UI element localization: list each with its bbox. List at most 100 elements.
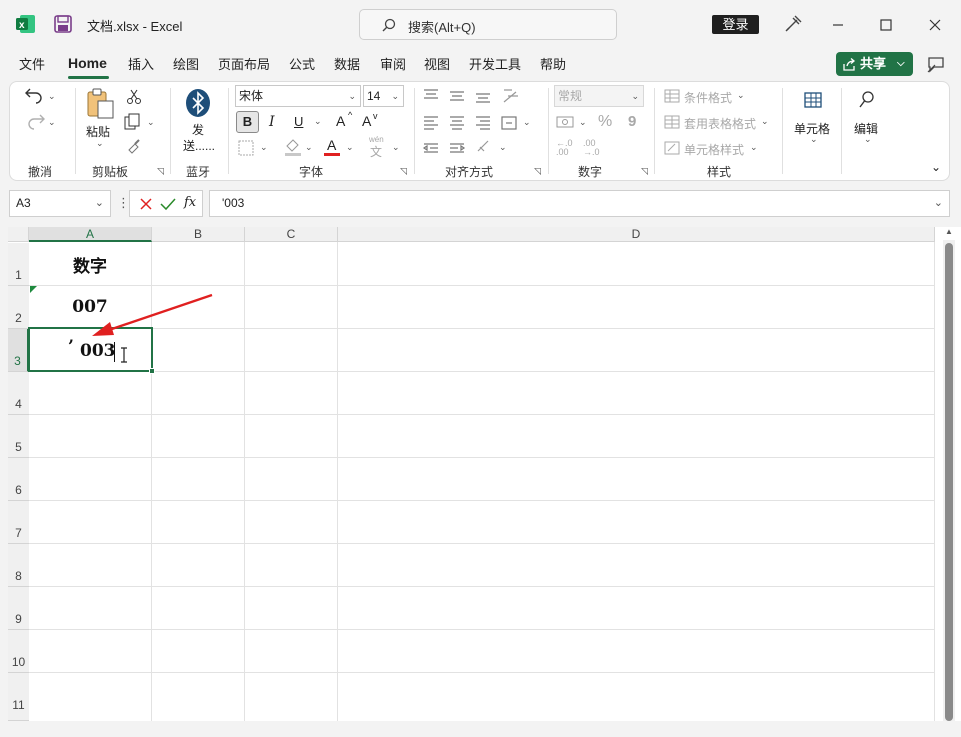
accounting-format-icon[interactable] — [556, 115, 576, 129]
row-header[interactable]: 9 — [8, 587, 29, 630]
increase-decimal-button[interactable]: ←.0 .00 — [556, 139, 573, 157]
cancel-edit-icon[interactable] — [139, 197, 153, 211]
underline-button[interactable]: U — [294, 114, 303, 129]
editing-chevron-down-icon[interactable]: ⌄ — [864, 134, 872, 145]
row-header[interactable]: 4 — [8, 372, 29, 415]
formula-input[interactable]: '003 ⌄ — [209, 190, 950, 217]
accounting-dropdown-icon[interactable]: ⌄ — [579, 117, 587, 128]
column-header-d[interactable]: D — [338, 227, 935, 242]
alignment-launcher-icon[interactable]: ◹ — [534, 166, 541, 177]
italic-button[interactable]: I — [269, 114, 275, 130]
number-format-select[interactable]: 常规 ⌄ — [554, 85, 644, 107]
row-header[interactable]: 10 — [8, 630, 29, 673]
redo-dropdown-icon[interactable]: ⌄ — [48, 117, 56, 128]
row-header[interactable]: 5 — [8, 415, 29, 458]
menu-formulas[interactable]: 公式 — [289, 54, 315, 73]
menu-home[interactable]: Home — [68, 55, 107, 71]
format-as-table-button[interactable]: 套用表格格式 — [684, 115, 756, 132]
premium-diamond-icon[interactable] — [783, 14, 803, 34]
error-indicator-icon[interactable] — [30, 286, 37, 293]
login-button[interactable]: 登录 — [712, 15, 759, 34]
minimize-button[interactable] — [823, 10, 853, 40]
menu-file[interactable]: 文件 — [19, 54, 45, 73]
menu-insert[interactable]: 插入 — [128, 54, 154, 73]
conditional-format-dropdown-icon[interactable]: ⌄ — [737, 90, 745, 101]
menu-developer[interactable]: 开发工具 — [469, 54, 521, 73]
name-box[interactable]: A3 ⌄ — [9, 190, 111, 217]
font-name-select[interactable]: 宋体 ⌄ — [235, 85, 361, 107]
paste-icon[interactable] — [85, 88, 115, 120]
comma-style-button[interactable]: 9 — [628, 113, 636, 130]
row-header[interactable]: 7 — [8, 501, 29, 544]
font-size-select[interactable]: 14 ⌄ — [363, 85, 404, 107]
menu-data[interactable]: 数据 — [334, 54, 360, 73]
decrease-decimal-button[interactable]: .00 →.0 — [583, 139, 600, 157]
menu-page-layout[interactable]: 页面布局 — [218, 54, 270, 73]
row-header[interactable]: 1 — [8, 243, 29, 286]
phonetic-guide-button[interactable]: 文 — [370, 143, 382, 160]
editing-search-icon[interactable] — [858, 90, 876, 110]
underline-dropdown-icon[interactable]: ⌄ — [314, 116, 322, 127]
column-header-b[interactable]: B — [152, 227, 245, 242]
bluetooth-send-label-2[interactable]: 送...... — [183, 137, 215, 154]
select-all-corner[interactable] — [8, 227, 29, 242]
share-button[interactable]: 共享 ⌵ — [836, 52, 913, 76]
number-launcher-icon[interactable]: ◹ — [641, 166, 648, 177]
menu-draw[interactable]: 绘图 — [173, 54, 199, 73]
menu-help[interactable]: 帮助 — [540, 54, 566, 73]
row-header[interactable]: 2 — [8, 286, 29, 329]
maximize-button[interactable] — [871, 10, 901, 40]
font-color-button[interactable]: A — [327, 137, 336, 153]
cell-styles-dropdown-icon[interactable]: ⌄ — [750, 142, 758, 153]
copy-icon[interactable] — [124, 113, 142, 131]
font-launcher-icon[interactable]: ◹ — [400, 166, 407, 177]
fill-color-icon[interactable] — [283, 138, 303, 156]
cells-icon[interactable] — [803, 91, 823, 109]
column-header-a[interactable]: A — [29, 227, 152, 242]
row-header[interactable]: 3 — [8, 329, 29, 372]
bold-button[interactable]: B — [236, 111, 259, 133]
ribbon-collapse-chevron-down-icon[interactable]: ⌄ — [931, 160, 941, 174]
undo-dropdown-icon[interactable]: ⌄ — [48, 91, 56, 102]
menu-review[interactable]: 审阅 — [380, 54, 406, 73]
fill-color-dropdown-icon[interactable]: ⌄ — [305, 142, 313, 153]
menu-view[interactable]: 视图 — [424, 54, 450, 73]
close-button[interactable] — [920, 10, 950, 40]
percent-button[interactable]: % — [598, 113, 612, 131]
name-box-chevron-down-icon[interactable]: ⌄ — [95, 191, 104, 216]
merge-dropdown-icon[interactable]: ⌄ — [523, 117, 531, 128]
cells-chevron-down-icon[interactable]: ⌄ — [810, 134, 818, 145]
borders-dropdown-icon[interactable]: ⌄ — [260, 142, 268, 153]
row-header[interactable]: 6 — [8, 458, 29, 501]
orientation-dropdown-icon[interactable]: ⌄ — [499, 142, 507, 153]
save-icon[interactable] — [54, 15, 72, 33]
shrink-font-button[interactable]: A — [362, 113, 371, 129]
row-header[interactable]: 8 — [8, 544, 29, 587]
cell-a1[interactable]: 数字 — [29, 252, 151, 277]
confirm-edit-icon[interactable] — [160, 197, 176, 211]
scroll-up-icon[interactable]: ▲ — [945, 227, 953, 236]
format-painter-icon[interactable] — [126, 138, 142, 154]
formula-expand-chevron-down-icon[interactable]: ⌄ — [934, 191, 943, 216]
cell-styles-button[interactable]: 单元格样式 — [684, 141, 744, 158]
bluetooth-icon[interactable] — [185, 88, 211, 118]
column-header-c[interactable]: C — [245, 227, 338, 242]
cut-icon[interactable] — [126, 89, 142, 105]
copy-dropdown-icon[interactable]: ⌄ — [147, 117, 155, 128]
paste-dropdown-icon[interactable]: ⌄ — [96, 138, 104, 149]
clipboard-launcher-icon[interactable]: ◹ — [157, 166, 164, 177]
font-color-dropdown-icon[interactable]: ⌄ — [346, 142, 354, 153]
search-box[interactable]: 搜索(Alt+Q) — [359, 9, 617, 40]
row-header[interactable]: 11 — [8, 673, 29, 721]
conditional-format-button[interactable]: 条件格式 — [684, 89, 732, 106]
redo-icon[interactable] — [24, 113, 46, 131]
format-as-table-dropdown-icon[interactable]: ⌄ — [761, 116, 769, 127]
comments-icon[interactable] — [926, 54, 946, 74]
bluetooth-send-label-1[interactable]: 发 — [192, 121, 204, 138]
fill-handle[interactable] — [149, 368, 155, 374]
vertical-scrollbar-thumb[interactable] — [945, 243, 953, 721]
undo-icon[interactable] — [24, 87, 46, 105]
insert-function-button[interactable]: fx — [184, 195, 196, 210]
share-chevron-down-icon[interactable]: ⌵ — [897, 52, 905, 76]
phonetic-dropdown-icon[interactable]: ⌄ — [392, 142, 400, 153]
